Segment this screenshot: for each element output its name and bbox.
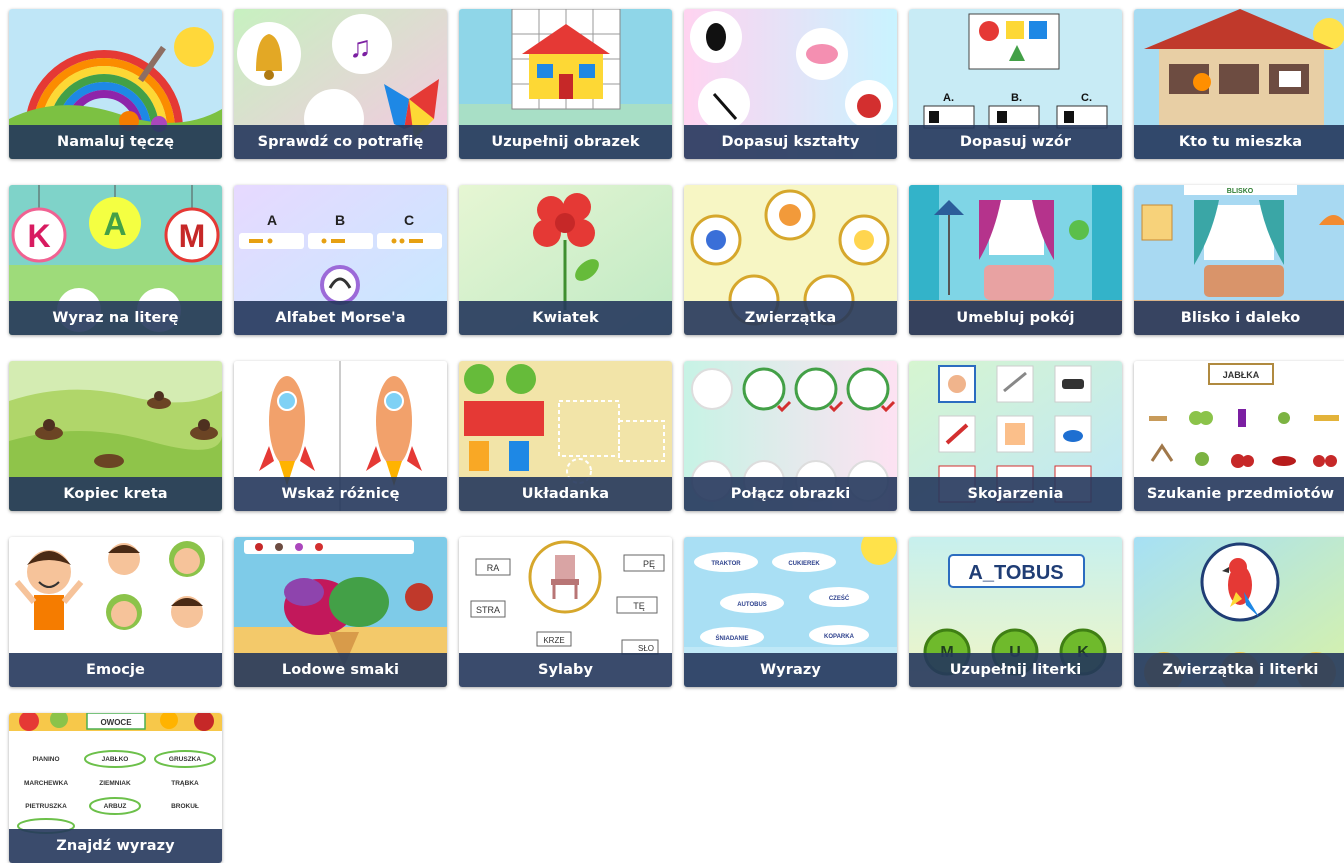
sign-label: BLISKO (1227, 188, 1254, 195)
game-tile-kto-tu-mieszka[interactable]: Kto tu mieszka (1134, 9, 1344, 159)
word-brokul: BROKUŁ (171, 803, 199, 810)
game-title: Sylaby (459, 653, 672, 687)
game-title: Wyraz na literę (9, 301, 222, 335)
letter-k: K (27, 218, 50, 254)
game-title: Lodowe smaki (234, 653, 447, 687)
game-title: Alfabet Morse'a (234, 301, 447, 335)
word-czesc: CZEŚĆ (829, 594, 850, 602)
word-sniadanie: ŚNIADANIE (715, 635, 748, 642)
game-tile-namaluj-tecze[interactable]: Namaluj tęczę (9, 9, 222, 159)
game-tile-skojarzenia[interactable]: Skojarzenia (909, 361, 1122, 511)
game-title: Kopiec kreta (9, 477, 222, 511)
syllable-stra: STRA (476, 605, 500, 615)
game-title: Emocje (9, 653, 222, 687)
morse-letter-b: B (335, 212, 345, 228)
game-title: Umebluj pokój (909, 301, 1122, 335)
option-b: B. (1011, 92, 1022, 104)
game-tile-kopiec-kreta[interactable]: Kopiec kreta (9, 361, 222, 511)
game-tile-alfabet-morsea[interactable]: A B C Alfabet Morse'a (234, 185, 447, 335)
letter-a: A (103, 206, 126, 242)
game-title: Uzupełnij obrazek (459, 125, 672, 159)
game-title: Wskaż różnicę (234, 477, 447, 511)
game-tile-zwierzatka-i-literki[interactable]: Zwierzątka i literki (1134, 537, 1344, 687)
game-tile-wyrazy[interactable]: TRAKTOR CUKIEREK AUTOBUS CZEŚĆ ŚNIADANIE… (684, 537, 897, 687)
game-tile-dopasuj-ksztalty[interactable]: Dopasuj kształty (684, 9, 897, 159)
game-title: Dopasuj wzór (909, 125, 1122, 159)
word-pietruszka: PIETRUSZKA (25, 803, 67, 810)
search-target-label: JABŁKA (1223, 370, 1260, 380)
morse-letter-c: C (404, 212, 414, 228)
word-traktor: TRAKTOR (711, 561, 741, 567)
word-cukierek: CUKIEREK (788, 561, 820, 567)
game-tile-zwierzatka[interactable]: Zwierzątka (684, 185, 897, 335)
word-to-complete: A_TOBUS (968, 562, 1063, 584)
game-tile-umebluj-pokoj[interactable]: Umebluj pokój (909, 185, 1122, 335)
word-pianino: PIANINO (32, 756, 59, 763)
syllable-slo: SŁO (638, 644, 654, 653)
word-arbuz: ARBUZ (104, 803, 127, 810)
word-gruszka: GRUSZKA (169, 756, 201, 763)
game-tile-znajdz-wyrazy[interactable]: OWOCE PIANINO JABŁKO GRUSZKA MARCHEWKA Z… (9, 713, 222, 863)
word-koparka: KOPARKA (824, 634, 855, 640)
game-title: Układanka (459, 477, 672, 511)
game-tile-sylaby[interactable]: RA STRA PĘ TĘ KRZE SŁO Sylaby (459, 537, 672, 687)
syllable-ra: RA (487, 563, 500, 573)
game-tile-emocje[interactable]: Emocje (9, 537, 222, 687)
game-tile-ukladanka[interactable]: Układanka (459, 361, 672, 511)
game-title: Kto tu mieszka (1134, 125, 1344, 159)
svg-text:♫: ♫ (349, 31, 372, 64)
word-jablko: JABŁKO (102, 756, 129, 763)
game-title: Wyrazy (684, 653, 897, 687)
game-tile-sprawdz-co-potrafie[interactable]: ♫ Sprawdź co potrafię (234, 9, 447, 159)
word-autobus: AUTOBUS (737, 602, 767, 608)
game-tile-polacz-obrazki[interactable]: Połącz obrazki (684, 361, 897, 511)
game-title: Sprawdź co potrafię (234, 125, 447, 159)
game-tile-blisko-i-daleko[interactable]: BLISKO Blisko i daleko (1134, 185, 1344, 335)
option-c: C. (1081, 92, 1092, 104)
game-title: Blisko i daleko (1134, 301, 1344, 335)
game-title: Uzupełnij literki (909, 653, 1122, 687)
syllable-krze: KRZE (543, 636, 564, 645)
category-label: OWOCE (100, 718, 132, 727)
word-ziemniak: ZIEMNIAK (99, 780, 131, 787)
game-title: Skojarzenia (909, 477, 1122, 511)
game-title: Połącz obrazki (684, 477, 897, 511)
word-trabka: TRĄBKA (171, 780, 199, 787)
games-grid: Namaluj tęczę ♫ Sprawdź co potrafię Uzup… (9, 9, 1344, 863)
game-tile-dopasuj-wzor[interactable]: A. B. C. Dopasuj wzór (909, 9, 1122, 159)
game-tile-szukanie-przedmiotow[interactable]: JABŁKA Szukanie przedmiotów (1134, 361, 1344, 511)
game-tile-wyraz-na-litere[interactable]: K A M Wyraz na literę (9, 185, 222, 335)
game-title: Szukanie przedmiotów (1134, 477, 1344, 511)
game-tile-lodowe-smaki[interactable]: Lodowe smaki (234, 537, 447, 687)
option-a: A. (943, 92, 954, 104)
word-marchewka: MARCHEWKA (24, 780, 68, 787)
game-title: Znajdź wyrazy (9, 829, 222, 863)
letter-m: M (179, 218, 206, 254)
game-title: Kwiatek (459, 301, 672, 335)
morse-letter-a: A (267, 212, 277, 228)
syllable-te: TĘ (633, 601, 645, 611)
game-title: Zwierzątka (684, 301, 897, 335)
game-tile-kwiatek[interactable]: Kwiatek (459, 185, 672, 335)
game-tile-wskaz-roznice[interactable]: Wskaż różnicę (234, 361, 447, 511)
game-title: Dopasuj kształty (684, 125, 897, 159)
game-tile-uzupelnij-literki[interactable]: A_TOBUS M U K Uzupełnij literki (909, 537, 1122, 687)
game-title: Namaluj tęczę (9, 125, 222, 159)
syllable-pe: PĘ (643, 559, 655, 569)
game-tile-uzupelnij-obrazek[interactable]: Uzupełnij obrazek (459, 9, 672, 159)
game-title: Zwierzątka i literki (1134, 653, 1344, 687)
